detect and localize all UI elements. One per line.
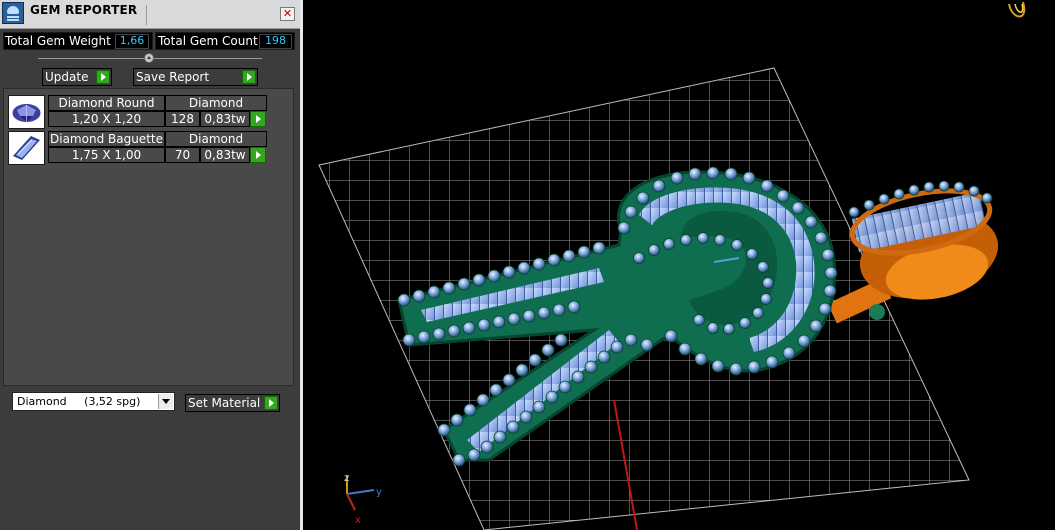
gem-name: Diamond Baguette	[48, 131, 165, 147]
axis-label-x: x	[355, 515, 361, 526]
gem-select-play-icon[interactable]	[250, 111, 266, 127]
material-select[interactable]: Diamond (3,52 spg)	[12, 392, 175, 411]
update-button-label: Update	[45, 70, 89, 84]
gem-size: 1,75 X 1,00	[48, 147, 165, 163]
gem-reporter-icon	[2, 2, 24, 24]
total-gem-weight-value: 1,66	[119, 34, 145, 47]
save-report-button-label: Save Report	[136, 70, 210, 84]
axis-label-z: z	[344, 473, 349, 484]
close-icon[interactable]: ✕	[280, 7, 295, 21]
3d-viewport[interactable]: z y x	[309, 0, 1055, 530]
update-button[interactable]: Update	[42, 68, 112, 86]
set-material-button[interactable]: Set Material	[185, 394, 280, 412]
title-bar: GEM REPORTER ✕	[0, 0, 300, 29]
axis-label-y: y	[376, 487, 382, 498]
play-icon	[242, 70, 256, 84]
axis-triad: z y x	[344, 473, 382, 526]
gem-weight: 0,83tw	[200, 147, 250, 163]
total-gem-weight-label: Total Gem Weight	[5, 34, 111, 48]
total-gem-count-label: Total Gem Count	[158, 34, 258, 48]
material-select-value: Diamond (3,52 spg)	[17, 395, 141, 408]
gem-size: 1,20 X 1,20	[48, 111, 165, 127]
report-slider-handle[interactable]	[144, 53, 154, 63]
total-gem-count-value: 198	[265, 34, 286, 47]
viewport-scene: z y x	[318, 1, 1026, 530]
gem-material: Diamond	[165, 95, 267, 111]
gem-count: 128	[165, 111, 200, 127]
gem-name: Diamond Round	[48, 95, 165, 111]
play-icon	[264, 396, 278, 410]
window-title: GEM REPORTER	[30, 3, 138, 17]
save-report-button[interactable]: Save Report	[133, 68, 258, 86]
round-gem-icon	[8, 95, 45, 129]
view-cube-corner[interactable]	[1008, 1, 1026, 18]
gem-material: Diamond	[165, 131, 267, 147]
chevron-down-icon[interactable]	[158, 394, 173, 409]
set-material-button-label: Set Material	[188, 396, 261, 410]
gem-reporter-panel: GEM REPORTER ✕ Total Gem Weight 1,66 Tot…	[0, 0, 303, 530]
gem-select-play-icon[interactable]	[250, 147, 266, 163]
gem-row-diamond-round[interactable]: Diamond Round Diamond 1,20 X 1,20 128 0,…	[8, 95, 268, 129]
play-icon	[96, 70, 110, 84]
gem-weight: 0,83tw	[200, 111, 250, 127]
gem-row-diamond-baguette[interactable]: Diamond Baguette Diamond 1,75 X 1,00 70 …	[8, 131, 268, 165]
title-divider	[146, 5, 147, 25]
baguette-gem-icon	[8, 131, 45, 165]
gem-count: 70	[165, 147, 200, 163]
